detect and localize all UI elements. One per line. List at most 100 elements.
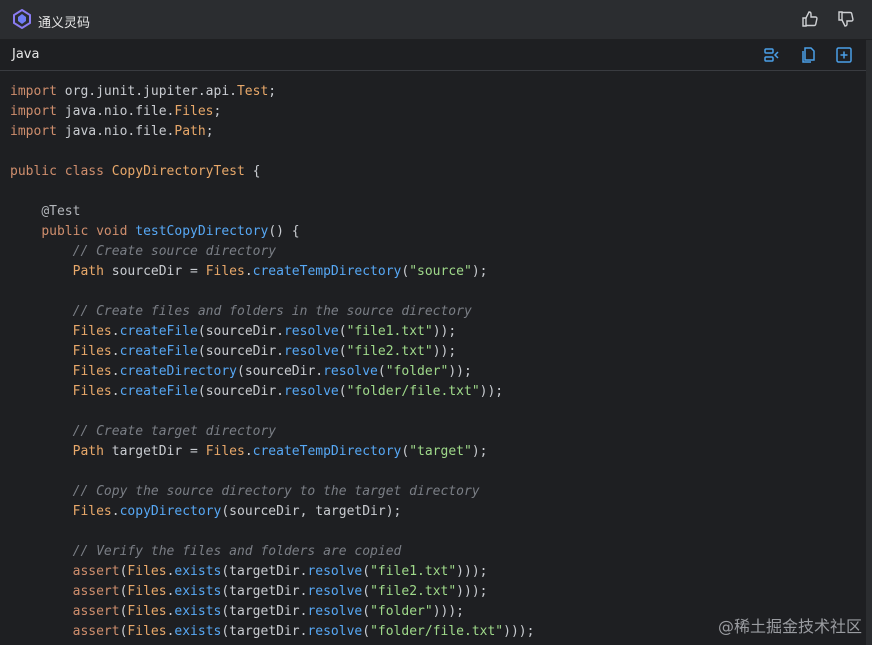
brand: 通义灵码 [12, 8, 90, 33]
code-line: public class CopyDirectoryTest { [10, 162, 534, 182]
code-line: Path sourceDir = Files.createTempDirecto… [10, 262, 534, 282]
code-token: org.junit.jupiter.api. [56, 84, 237, 99]
code-token: (sourceDir. [197, 344, 284, 359]
code-token: createFile [119, 324, 198, 339]
code-token: . [111, 364, 120, 379]
code-language-label: Java [12, 47, 40, 62]
code-token: "file2.txt" [370, 584, 457, 599]
code-line: // Create target directory [10, 422, 534, 442]
code-line: assert(Files.exists(targetDir.resolve("f… [10, 562, 534, 582]
code-token: // Copy the source directory to the targ… [72, 484, 480, 499]
code-line: assert(Files.exists(targetDir.resolve("f… [10, 622, 535, 642]
code-token: )); [479, 384, 504, 399]
code-token: "file2.txt" [346, 344, 433, 359]
code-token: Files [72, 324, 112, 339]
code-token: "folder" [385, 364, 449, 379]
code-token: @Test [41, 204, 81, 219]
new-file-icon[interactable] [834, 45, 854, 65]
code-token: (sourceDir. [237, 364, 324, 379]
code-token: )); [432, 324, 457, 339]
code-token: ( [338, 344, 347, 359]
code-line: Files.createFile(sourceDir.resolve("file… [10, 342, 534, 362]
code-token: "folder" [370, 604, 433, 619]
code-token: Files [72, 504, 112, 519]
thumbs-up-icon[interactable] [800, 9, 820, 29]
code-token: Files [127, 604, 167, 619]
code-token: class [64, 164, 104, 179]
code-token: (sourceDir. [197, 384, 284, 399]
code-token: Files [72, 344, 112, 359]
code-token: public [41, 224, 89, 239]
code-token: import [10, 104, 57, 119]
code-token: Path [72, 264, 104, 279]
code-token: // Verify the files and folders are copi… [72, 544, 402, 559]
code-token: createFile [119, 384, 198, 399]
code-token: Files [127, 624, 167, 639]
watermark: @稀土掘金技术社区 [717, 617, 862, 636]
code-line: // Copy the source directory to the targ… [10, 482, 534, 502]
code-token: public [10, 164, 57, 179]
code-token: )); [448, 364, 472, 379]
code-token: ); [471, 264, 488, 279]
code-token: () { [268, 224, 300, 239]
copy-icon[interactable] [798, 45, 818, 65]
code-token: assert [72, 584, 120, 599]
code-token: (targetDir. [221, 564, 308, 579]
code-line: public void testCopyDirectory() { [10, 222, 534, 242]
code-line: Path targetDir = Files.createTempDirecto… [10, 442, 534, 462]
code-token: Files [72, 364, 112, 379]
thumbs-down-icon[interactable] [836, 9, 856, 29]
code-token: createTempDirectory [252, 444, 402, 459]
code-line: Files.createFile(sourceDir.resolve("file… [10, 322, 534, 342]
code-token: Files [127, 564, 167, 579]
code-line: @Test [10, 202, 534, 222]
code-token: // Create files and folders in the sourc… [72, 304, 472, 319]
code-token: . [111, 324, 120, 339]
code-token: "folder/file.txt" [370, 624, 504, 639]
code-token: import [10, 84, 57, 99]
code-token: resolve [307, 624, 363, 639]
code-token: ( [362, 564, 371, 579]
code-token: ( [338, 384, 347, 399]
code-token: java.nio.file. [56, 124, 175, 139]
code-token: assert [72, 604, 120, 619]
code-token: resolve [283, 384, 339, 399]
insert-code-icon[interactable] [762, 45, 782, 65]
code-token: (sourceDir, targetDir); [221, 504, 402, 519]
code-token: createFile [119, 344, 198, 359]
code-token: "source" [409, 264, 472, 279]
code-token: . [111, 504, 120, 519]
code-token: ( [362, 604, 371, 619]
code-token: Files [72, 384, 112, 399]
code-line: // Verify the files and folders are copi… [10, 542, 534, 562]
code-token: resolve [323, 364, 378, 379]
code-token: ( [362, 584, 371, 599]
code-token: targetDir = [103, 444, 206, 459]
code-token: ; [205, 124, 214, 139]
code-token: // Create target directory [72, 424, 277, 439]
code-content: import org.junit.jupiter.api.Test; import… [10, 82, 534, 642]
code-token: ))); [432, 604, 465, 619]
code-token: { [244, 164, 261, 179]
